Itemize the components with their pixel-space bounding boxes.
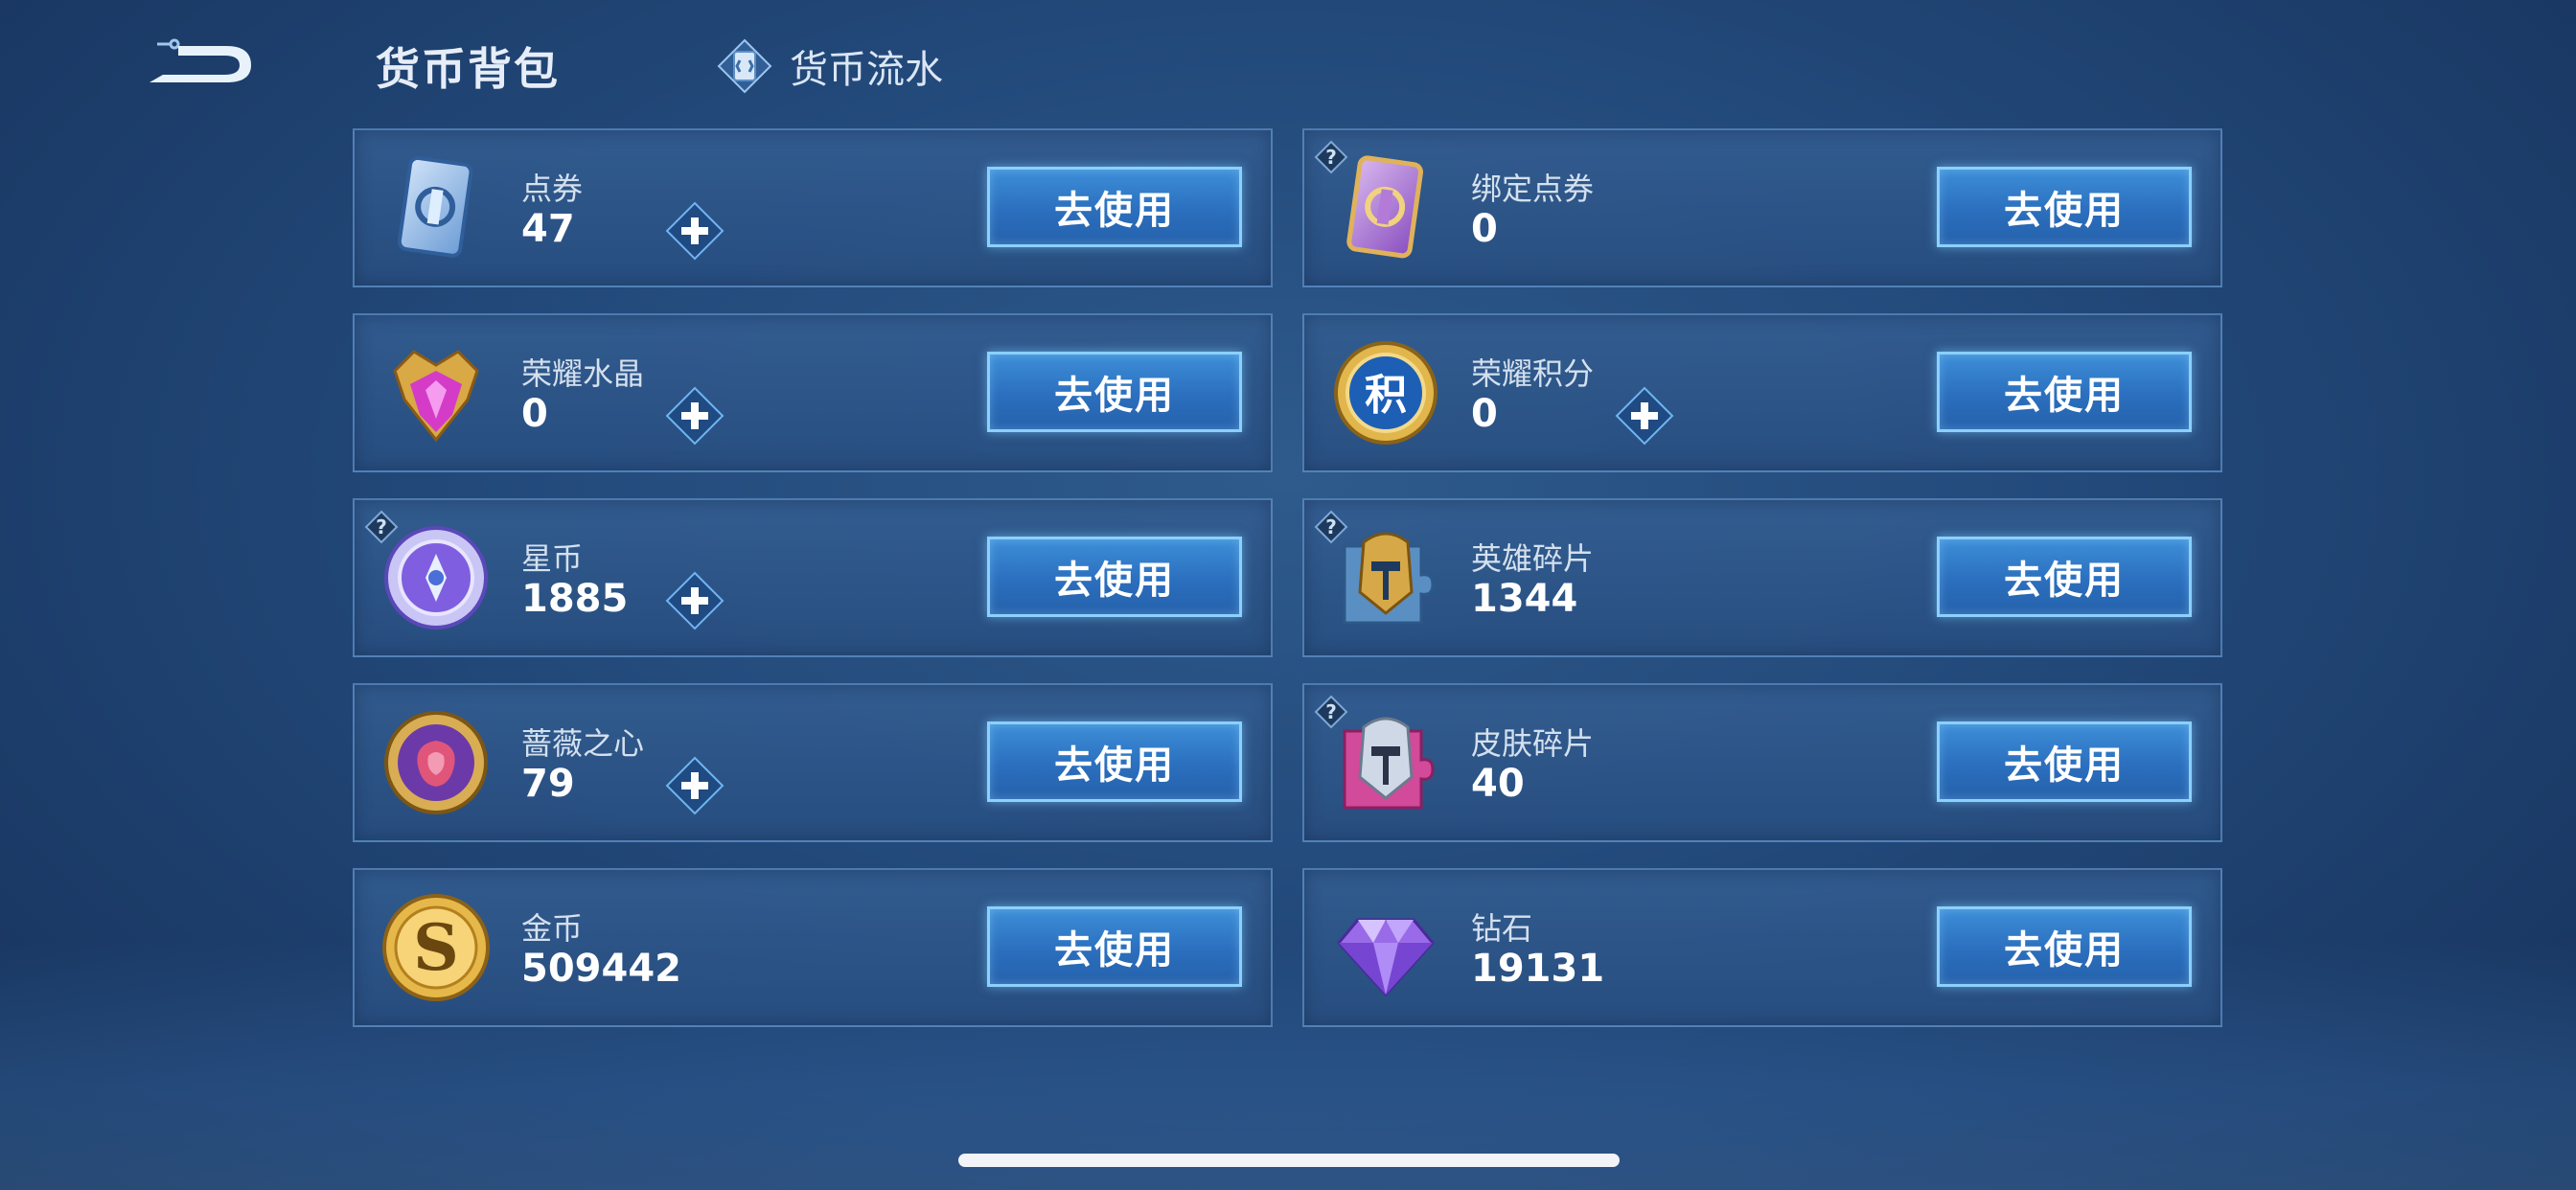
- currency-card: 积 荣耀积分 0 去使用: [1302, 313, 2222, 472]
- currency-name: 荣耀水晶: [521, 355, 645, 392]
- home-indicator: [958, 1154, 1620, 1167]
- currency-amount: 1344: [1471, 577, 1578, 621]
- gold-coin-icon: S: [382, 894, 490, 1001]
- currency-card: 蔷薇之心 79 去使用: [353, 683, 1273, 842]
- use-button[interactable]: 去使用: [1937, 721, 2192, 802]
- currency-name: 绑定点券: [1471, 171, 1595, 207]
- help-icon[interactable]: ?: [1314, 510, 1348, 544]
- use-button[interactable]: 去使用: [1937, 906, 2192, 987]
- currency-amount: 0: [1471, 392, 1498, 436]
- help-icon[interactable]: ?: [1314, 695, 1348, 729]
- add-currency-plus-icon[interactable]: [665, 756, 724, 815]
- currency-card: S 金币 509442 去使用: [353, 868, 1273, 1027]
- currency-name: 荣耀积分: [1471, 355, 1595, 392]
- svg-text:?: ?: [1325, 146, 1337, 169]
- svg-text:?: ?: [1325, 515, 1337, 538]
- currency-name: 皮肤碎片: [1471, 725, 1595, 762]
- diamond-icon: [1337, 918, 1435, 997]
- help-icon[interactable]: ?: [1314, 140, 1348, 174]
- use-button[interactable]: 去使用: [1937, 167, 2192, 247]
- tab-currency-flow-label: 货币流水: [790, 48, 943, 92]
- svg-text:积: 积: [1365, 371, 1407, 420]
- add-currency-plus-icon[interactable]: [665, 386, 724, 446]
- glory-points-icon: 积: [1334, 341, 1438, 445]
- svg-text:S: S: [413, 910, 459, 985]
- use-button[interactable]: 去使用: [987, 906, 1242, 987]
- currency-amount: 509442: [521, 947, 681, 991]
- use-button[interactable]: 去使用: [1937, 537, 2192, 617]
- currency-card: ? 绑定点券 0 去使用: [1302, 128, 2222, 287]
- currency-name: 星币: [521, 540, 584, 577]
- svg-text:?: ?: [1325, 700, 1337, 723]
- use-button[interactable]: 去使用: [987, 721, 1242, 802]
- currency-flow-icon: [717, 38, 772, 94]
- currency-amount: 79: [521, 762, 575, 806]
- help-icon[interactable]: ?: [364, 510, 399, 544]
- currency-card: 钻石 19131 去使用: [1302, 868, 2222, 1027]
- currency-card: ? 星币 1885 去使用: [353, 498, 1273, 657]
- voucher-icon: [397, 155, 473, 258]
- currency-amount: 0: [1471, 207, 1498, 251]
- currency-amount: 40: [1471, 762, 1525, 806]
- use-button[interactable]: 去使用: [987, 352, 1242, 432]
- currency-card: 荣耀水晶 0 去使用: [353, 313, 1273, 472]
- currency-amount: 47: [521, 207, 575, 251]
- add-currency-plus-icon[interactable]: [665, 201, 724, 261]
- currency-name: 点券: [521, 171, 584, 207]
- svg-text:?: ?: [376, 515, 387, 538]
- currency-name: 金币: [521, 910, 584, 947]
- use-button[interactable]: 去使用: [1937, 352, 2192, 432]
- currency-name: 英雄碎片: [1471, 540, 1595, 577]
- page-title: 货币背包: [376, 43, 560, 95]
- currency-card: ? 英雄碎片 1344 去使用: [1302, 498, 2222, 657]
- currency-card: ? 皮肤碎片 40 去使用: [1302, 683, 2222, 842]
- currency-card: 点券 47 去使用: [353, 128, 1273, 287]
- use-button[interactable]: 去使用: [987, 167, 1242, 247]
- add-currency-plus-icon[interactable]: [1615, 386, 1674, 446]
- rose-heart-icon: [384, 711, 488, 814]
- currency-name: 钻石: [1471, 910, 1533, 947]
- currency-amount: 1885: [521, 577, 629, 621]
- glory-crystal-icon: [393, 350, 479, 443]
- currency-amount: 0: [521, 392, 548, 436]
- tab-currency-flow[interactable]: 货币流水: [717, 38, 943, 94]
- add-currency-plus-icon[interactable]: [665, 571, 724, 630]
- use-button[interactable]: 去使用: [987, 537, 1242, 617]
- currency-name: 蔷薇之心: [521, 725, 645, 762]
- back-icon[interactable]: [144, 33, 257, 92]
- currency-amount: 19131: [1471, 947, 1605, 991]
